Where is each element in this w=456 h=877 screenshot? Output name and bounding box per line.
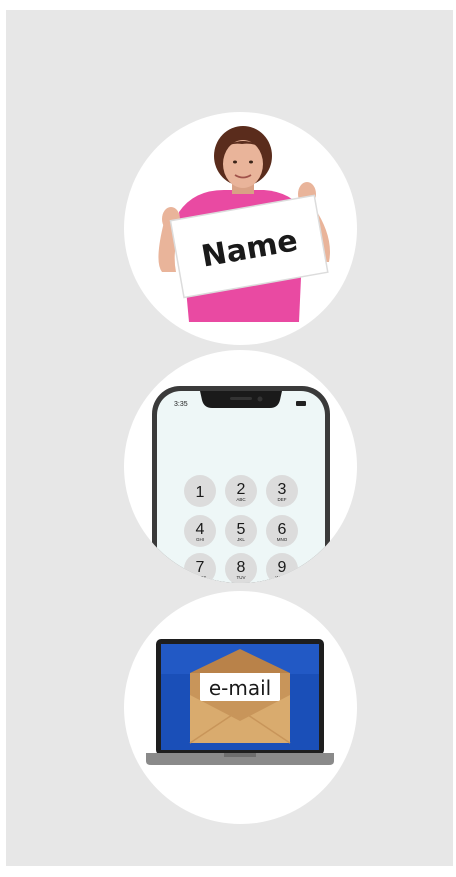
keypad-digit: 5 <box>237 521 246 538</box>
keypad-digit: 8 <box>237 559 246 576</box>
keypad-key-5: 5JKL <box>225 515 257 547</box>
keypad-digit: 1 <box>196 484 205 501</box>
keypad-digit: 4 <box>196 521 205 538</box>
keypad-digit: 3 <box>278 481 287 498</box>
keypad-key-6: 6MNO <box>266 515 298 547</box>
keypad-digit: 2 <box>237 481 246 498</box>
phone-image-circle: 3:35 1 2 ABC 3 DEF 4 GHI 5 JKL 6 MNO 7 PQRS 8 TUV 9 WXYZ <box>124 350 357 583</box>
keypad-letters: ABC <box>236 497 246 502</box>
keypad-letters: MNO <box>277 537 288 542</box>
person-holding-name-sign-icon: Name <box>158 126 330 322</box>
background-panel: Name 3:35 1 2 ABC 3 DEF 4 GHI 5 JKL 6 MNO 7 PQRS 8 TUV… <box>6 10 453 866</box>
keypad-key-2: 2ABC <box>225 475 257 507</box>
keypad-letters: DEF <box>278 497 287 502</box>
keypad-letters: PQRS <box>194 575 207 580</box>
keypad-digit: 6 <box>278 521 287 538</box>
keypad-digit: 9 <box>278 559 287 576</box>
keypad-key-1: 1 <box>184 475 216 507</box>
laptop-email-envelope-icon: e-mail <box>146 639 334 765</box>
status-time: 3:35 <box>174 401 188 408</box>
keypad-letters: WXYZ <box>276 575 289 580</box>
keypad-letters: JKL <box>237 537 245 542</box>
email-label: e-mail <box>209 676 271 700</box>
email-image-circle: e-mail <box>124 591 357 824</box>
keypad-letters: TUV <box>237 575 246 580</box>
keypad-digit: 7 <box>196 559 205 576</box>
keypad-letters: GHI <box>196 537 204 542</box>
keypad-key-3: 3DEF <box>266 475 298 507</box>
keypad-key-4: 4GHI <box>184 515 216 547</box>
smartphone-keypad-icon: 3:35 1 2ABC 3DEF 4GHI 5JKL 6MNO 7PQRS 8TUV 9WXYZ <box>152 386 330 583</box>
name-image-circle: Name <box>124 112 357 345</box>
